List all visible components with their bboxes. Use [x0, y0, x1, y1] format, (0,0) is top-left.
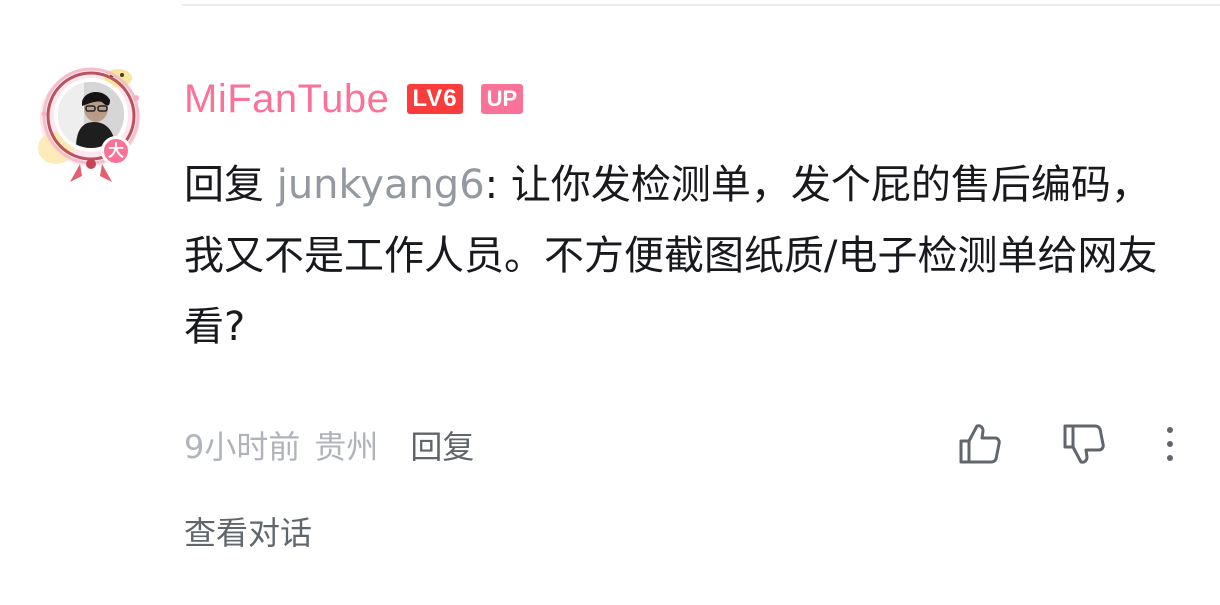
- comment-header: MiFanTube LV6 UP: [184, 74, 524, 124]
- comment-body: 回复 junkyang6: 让你发检测单，发个屁的售后编码，我又不是工作人员。不…: [184, 150, 1174, 363]
- more-button[interactable]: [1158, 420, 1182, 468]
- thumbs-down-icon: [1063, 424, 1105, 464]
- username[interactable]: MiFanTube: [184, 77, 389, 122]
- comment-meta: 9小时前 贵州 回复: [184, 420, 474, 470]
- reply-prefix: 回复: [184, 162, 277, 208]
- reply-button[interactable]: 回复: [410, 422, 474, 468]
- level-badge: LV6: [407, 84, 463, 114]
- avatar[interactable]: 大: [32, 60, 152, 188]
- comment-location: 贵州: [314, 428, 379, 466]
- like-button[interactable]: [952, 420, 1006, 468]
- comment-time: 9小时前: [184, 428, 301, 466]
- top-divider: [182, 4, 1220, 6]
- vip-badge: 大: [101, 136, 131, 166]
- dislike-button[interactable]: [1056, 420, 1110, 468]
- thumbs-up-icon: [959, 424, 1001, 464]
- mention-link[interactable]: junkyang6: [277, 162, 485, 208]
- more-vertical-icon: [1167, 427, 1173, 461]
- up-badge: UP: [480, 84, 524, 114]
- view-conversation-link[interactable]: 查看对话: [184, 508, 312, 554]
